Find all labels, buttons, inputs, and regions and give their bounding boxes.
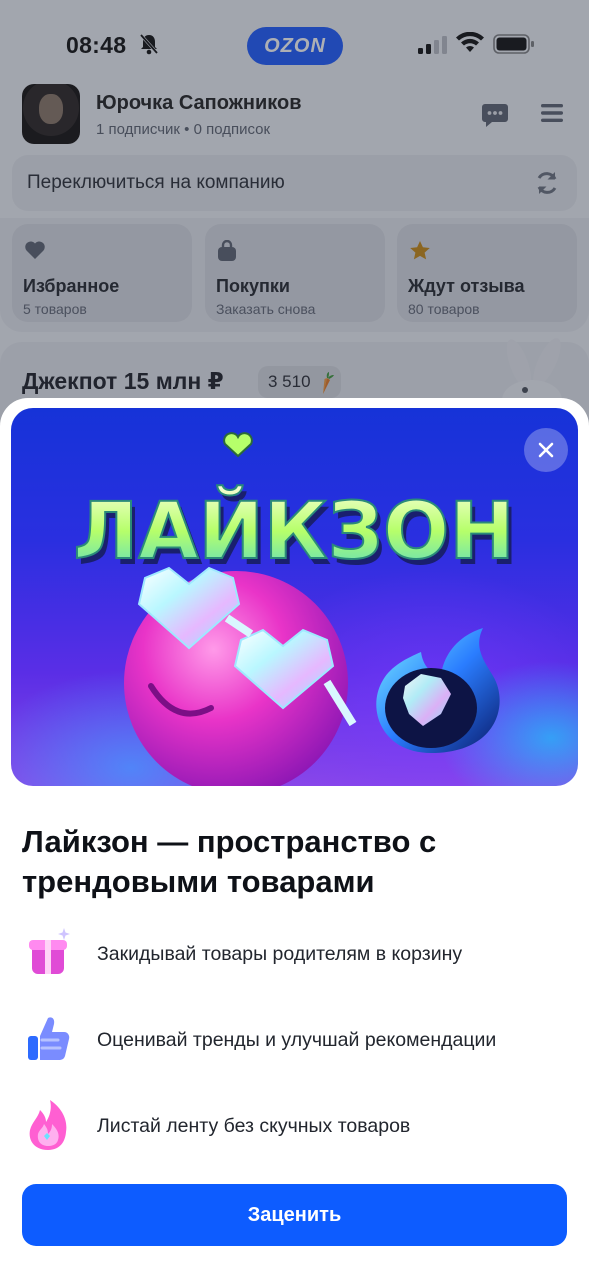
feature-text: Оценивай тренды и улучшай рекомендации: [97, 1029, 497, 1051]
likezon-banner: ЛАЙКЗОН ЛАЙКЗОН: [11, 408, 578, 786]
feature-item: Листай ленту без скучных товаров: [22, 1096, 567, 1156]
feature-item: Закидывай товары родителям в корзину: [22, 924, 567, 984]
gift-box-icon: [29, 928, 70, 974]
likezon-banner-art: ЛАЙКЗОН ЛАЙКЗОН: [72, 432, 519, 786]
likezon-logo-text: ЛАЙКЗОН: [73, 485, 514, 577]
feature-text: Листай ленту без скучных товаров: [97, 1115, 411, 1137]
try-it-button[interactable]: Заценить: [22, 1184, 567, 1246]
flame-icon: [29, 1100, 67, 1150]
close-button[interactable]: [524, 428, 568, 472]
feature-text: Закидывай товары родителям в корзину: [97, 943, 463, 965]
close-icon: [538, 442, 554, 458]
feature-item: Оценивай тренды и улучшай рекомендации: [22, 1010, 567, 1070]
thumbs-up-icon: [28, 1017, 70, 1060]
likezon-promo-sheet: ЛАЙКЗОН ЛАЙКЗОН Лайкзон — пространство с…: [0, 398, 589, 1280]
modal-headline: Лайкзон — пространство с трендовыми това…: [22, 824, 437, 899]
